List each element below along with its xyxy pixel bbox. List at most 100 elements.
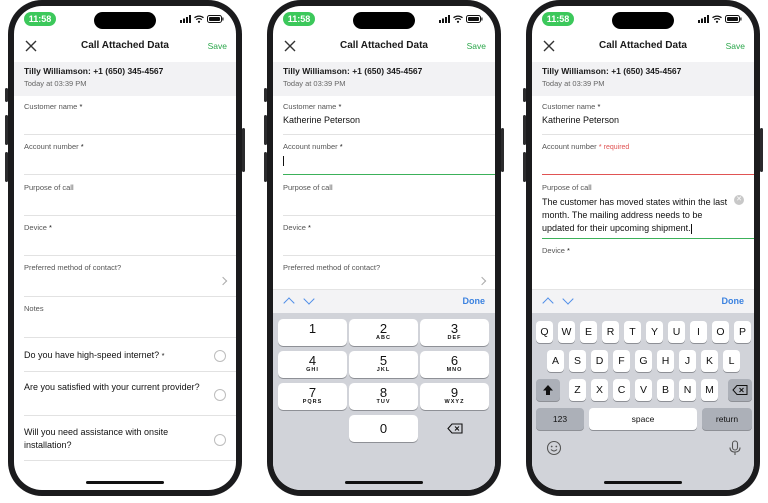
signal-icon: [439, 15, 450, 23]
home-indicator[interactable]: [345, 481, 423, 484]
key-t[interactable]: T: [624, 321, 641, 343]
nav-bar: Call Attached Data Save: [532, 36, 754, 58]
side-button: [523, 88, 526, 102]
caller-name: Tilly Williamson: +1 (650) 345-4567: [283, 66, 423, 76]
question-high-speed-internet[interactable]: Do you have high-speed internet? *: [24, 339, 236, 372]
return-key[interactable]: return: [702, 408, 752, 430]
field-label: Preferred method of contact?: [283, 263, 381, 272]
nav-bar: Call Attached Data Save: [14, 36, 236, 58]
emoji-icon[interactable]: [546, 440, 562, 461]
chevron-up-icon[interactable]: [542, 297, 554, 309]
shift-key[interactable]: [536, 379, 560, 401]
dynamic-island: [94, 12, 156, 29]
done-button[interactable]: Done: [463, 296, 486, 306]
key-j[interactable]: J: [679, 350, 696, 372]
purpose-of-call-field[interactable]: Purpose of call: [24, 183, 236, 216]
radio-button[interactable]: [214, 389, 226, 401]
key-y[interactable]: Y: [646, 321, 663, 343]
backspace-icon[interactable]: [420, 415, 489, 442]
key-6[interactable]: 6 MNO: [420, 351, 489, 378]
account-number-field[interactable]: Account number *: [24, 142, 236, 175]
account-number-field[interactable]: Account number *: [283, 142, 495, 175]
account-number-field[interactable]: Account number * required: [542, 142, 754, 175]
key-q[interactable]: Q: [536, 321, 553, 343]
customer-name-field[interactable]: Customer name * Katherine Peterson: [542, 102, 754, 135]
home-indicator[interactable]: [86, 481, 164, 484]
preferred-contact-field[interactable]: Preferred method of contact?: [24, 263, 236, 297]
key-h[interactable]: H: [657, 350, 674, 372]
save-button[interactable]: Save: [467, 41, 486, 51]
purpose-of-call-field[interactable]: Purpose of call The customer has moved s…: [542, 183, 754, 239]
key-w[interactable]: W: [558, 321, 575, 343]
field-label: Purpose of call: [24, 183, 74, 192]
key-g[interactable]: G: [635, 350, 652, 372]
radio-button[interactable]: [214, 350, 226, 362]
chevron-down-icon[interactable]: [562, 293, 574, 305]
space-key[interactable]: space: [589, 408, 697, 430]
purpose-of-call-field[interactable]: Purpose of call: [283, 183, 495, 216]
clear-icon[interactable]: ✕: [734, 195, 744, 205]
key-p[interactable]: P: [734, 321, 751, 343]
side-button: [501, 128, 504, 172]
chevron-up-icon[interactable]: [283, 297, 295, 309]
key-s[interactable]: S: [569, 350, 586, 372]
key-b[interactable]: B: [657, 379, 674, 401]
question-onsite-installation[interactable]: Will you need assistance with onsite ins…: [24, 417, 236, 461]
key-n[interactable]: N: [679, 379, 696, 401]
key-r[interactable]: R: [602, 321, 619, 343]
wifi-icon: [453, 15, 463, 23]
caller-name: Tilly Williamson: +1 (650) 345-4567: [542, 66, 682, 76]
done-button[interactable]: Done: [722, 296, 745, 306]
key-z[interactable]: Z: [569, 379, 586, 401]
customer-name-field[interactable]: Customer name *: [24, 102, 236, 135]
notes-field[interactable]: Notes: [24, 304, 236, 338]
key-9[interactable]: 9 WXYZ: [420, 383, 489, 410]
required-error-text: required: [603, 144, 630, 151]
caller-name: Tilly Williamson: +1 (650) 345-4567: [24, 66, 164, 76]
radio-button[interactable]: [214, 434, 226, 446]
key-2[interactable]: 2 ABC: [349, 319, 418, 346]
numbers-key[interactable]: 123: [536, 408, 584, 430]
key-v[interactable]: V: [635, 379, 652, 401]
key-0[interactable]: 0: [349, 415, 418, 442]
key-1[interactable]: 1: [278, 319, 347, 346]
device-field[interactable]: Device *: [283, 223, 495, 256]
key-o[interactable]: O: [712, 321, 729, 343]
key-7[interactable]: 7 PQRS: [278, 383, 347, 410]
key-i[interactable]: I: [690, 321, 707, 343]
device-field[interactable]: Device *: [542, 246, 754, 286]
caller-info: Tilly Williamson: +1 (650) 345-4567 Toda…: [273, 62, 495, 96]
key-5[interactable]: 5 JKL: [349, 351, 418, 378]
save-button[interactable]: Save: [726, 41, 745, 51]
key-4[interactable]: 4 GHI: [278, 351, 347, 378]
side-button: [523, 115, 526, 145]
chevron-down-icon[interactable]: [303, 293, 315, 305]
question-satisfied-provider[interactable]: Are you satisfied with your current prov…: [24, 372, 236, 416]
side-button: [760, 128, 763, 172]
shift-icon: [543, 385, 553, 395]
save-button[interactable]: Save: [208, 41, 227, 51]
key-k[interactable]: K: [701, 350, 718, 372]
key-3[interactable]: 3 DEF: [420, 319, 489, 346]
customer-name-field[interactable]: Customer name * Katherine Peterson: [283, 102, 495, 135]
key-u[interactable]: U: [668, 321, 685, 343]
signal-icon: [698, 15, 709, 23]
key-l[interactable]: L: [723, 350, 740, 372]
microphone-icon[interactable]: [728, 440, 742, 461]
field-label: Purpose of call: [542, 183, 592, 192]
delete-key[interactable]: [728, 379, 752, 401]
customer-name-value: Katherine Peterson: [542, 115, 620, 125]
key-d[interactable]: D: [591, 350, 608, 372]
key-f[interactable]: F: [613, 350, 630, 372]
key-8[interactable]: 8 TUV: [349, 383, 418, 410]
dynamic-island: [612, 12, 674, 29]
device-field[interactable]: Device *: [24, 223, 236, 256]
preferred-contact-field[interactable]: Preferred method of contact?: [283, 263, 495, 289]
key-m[interactable]: M: [701, 379, 718, 401]
key-c[interactable]: C: [613, 379, 630, 401]
side-button: [523, 152, 526, 182]
key-x[interactable]: X: [591, 379, 608, 401]
key-a[interactable]: A: [547, 350, 564, 372]
key-e[interactable]: E: [580, 321, 597, 343]
home-indicator[interactable]: [604, 481, 682, 484]
